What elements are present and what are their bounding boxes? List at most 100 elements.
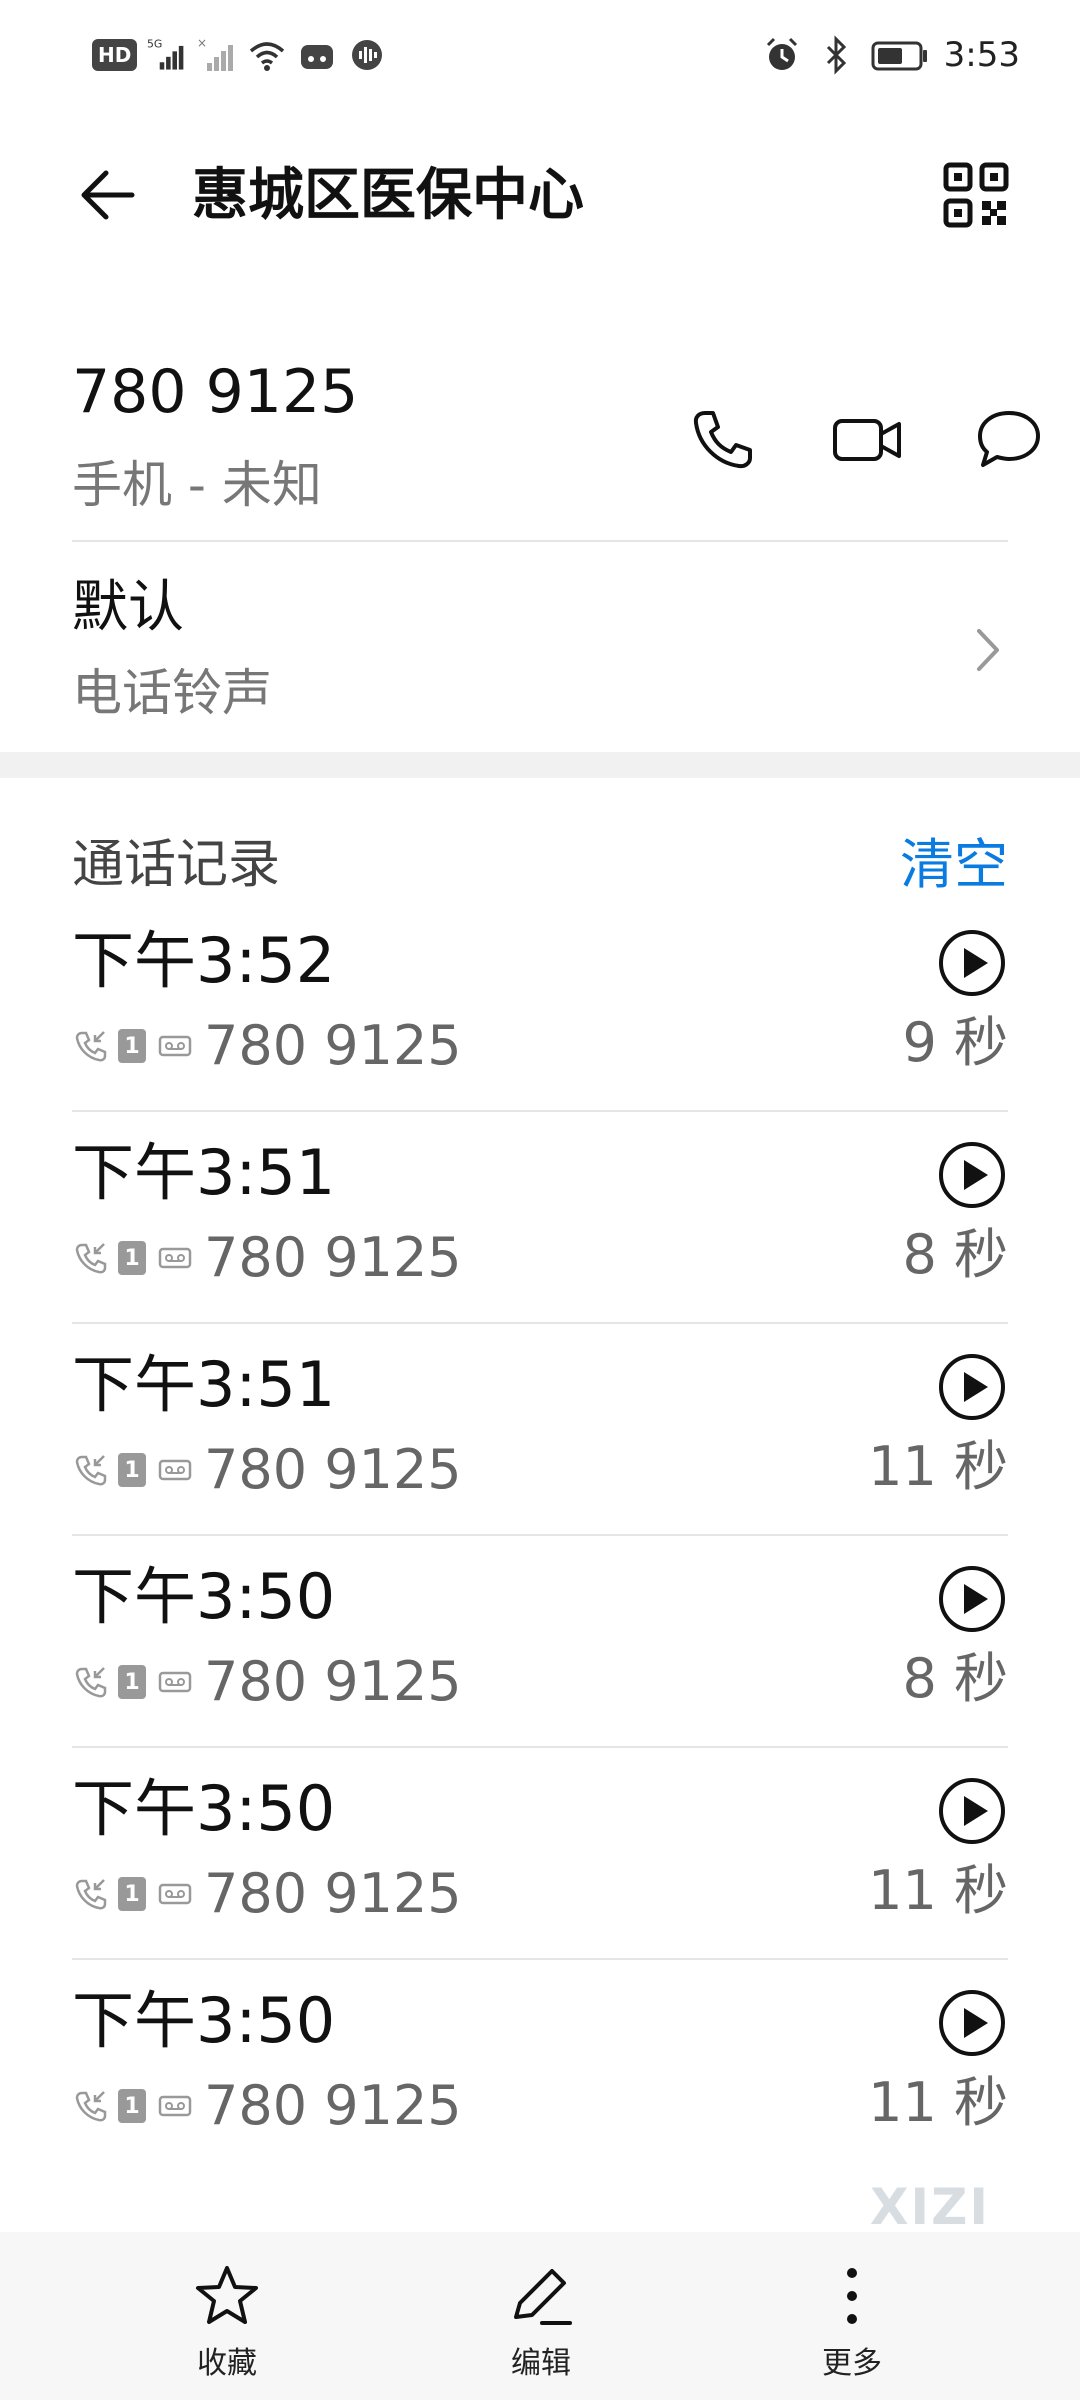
hd-badge: HD bbox=[92, 39, 138, 71]
voicemail-icon bbox=[156, 1451, 194, 1489]
call-details: 1 780 9125 bbox=[72, 2073, 462, 2139]
call-time: 下午3:51 bbox=[72, 1136, 336, 1209]
app-header: 惠城区医保中心 bbox=[0, 130, 1080, 260]
call-number: 780 9125 bbox=[204, 1226, 462, 1289]
back-button[interactable] bbox=[68, 155, 148, 235]
bottom-action-bar: 收藏 编辑 更多 bbox=[0, 2232, 1080, 2400]
incoming-call-icon bbox=[72, 2087, 110, 2125]
phone-number-row[interactable]: 780 9125 手机 - 未知 bbox=[72, 350, 1040, 540]
play-circle-icon bbox=[939, 930, 1005, 996]
divider bbox=[72, 1746, 1008, 1748]
call-time: 下午3:50 bbox=[72, 1772, 336, 1845]
wifi-icon bbox=[247, 35, 287, 75]
ringtone-value: 默认 bbox=[72, 575, 184, 640]
arrow-left-icon bbox=[81, 170, 135, 220]
signal-5g-icon: 5G bbox=[147, 35, 187, 75]
ringtone-label: 电话铃声 bbox=[72, 664, 272, 722]
sim-card-icon: 1 bbox=[118, 1241, 146, 1275]
divider bbox=[72, 1322, 1008, 1324]
more-vertical-icon bbox=[817, 2262, 887, 2330]
play-circle-icon bbox=[939, 1778, 1005, 1844]
call-log-title: 通话记录 bbox=[72, 835, 281, 895]
pencil-icon bbox=[506, 2262, 576, 2330]
call-time: 下午3:51 bbox=[72, 1348, 336, 1421]
incoming-call-icon bbox=[72, 1027, 110, 1065]
play-recording-button[interactable] bbox=[936, 1775, 1008, 1847]
incoming-call-icon bbox=[72, 1239, 110, 1277]
divider bbox=[72, 1110, 1008, 1112]
call-details: 1 780 9125 bbox=[72, 1437, 462, 1503]
call-log-row[interactable]: 下午3:51 1 780 9125 8 秒 bbox=[72, 1117, 1008, 1329]
clear-call-log-button[interactable]: 清空 bbox=[900, 825, 1008, 905]
video-call-button[interactable] bbox=[822, 395, 912, 485]
star-icon bbox=[192, 2262, 262, 2330]
sim-card-icon: 1 bbox=[118, 1665, 146, 1699]
message-button[interactable] bbox=[964, 395, 1054, 485]
divider bbox=[72, 1958, 1008, 1960]
play-recording-button[interactable] bbox=[936, 927, 1008, 999]
call-duration: 11 秒 bbox=[868, 1435, 1008, 1498]
call-number: 780 9125 bbox=[204, 1438, 462, 1501]
bluetooth-icon bbox=[816, 35, 856, 75]
favorite-button[interactable]: 收藏 bbox=[137, 2262, 317, 2382]
call-log-row[interactable]: 下午3:50 1 780 9125 11 秒 bbox=[72, 1965, 1008, 2177]
divider bbox=[72, 540, 1008, 542]
voicemail-icon bbox=[156, 1663, 194, 1701]
sim-card-icon: 1 bbox=[118, 2089, 146, 2123]
sim-card-icon: 1 bbox=[118, 1029, 146, 1063]
call-log-row[interactable]: 下午3:50 1 780 9125 11 秒 bbox=[72, 1753, 1008, 1965]
phone-number: 780 9125 bbox=[72, 357, 359, 427]
play-recording-button[interactable] bbox=[936, 1987, 1008, 2059]
watermark: XIZI bbox=[870, 2178, 991, 2236]
call-details: 1 780 9125 bbox=[72, 1225, 462, 1291]
sim-card-icon: 1 bbox=[118, 1877, 146, 1911]
call-details: 1 780 9125 bbox=[72, 1861, 462, 1927]
more-label: 更多 bbox=[822, 2346, 882, 2381]
status-bar-right: 3:53 bbox=[762, 30, 1020, 80]
call-duration: 11 秒 bbox=[868, 2071, 1008, 2134]
voicemail-icon bbox=[156, 1239, 194, 1277]
contact-detail-screen: HD 5G × 3:53 惠城区医保中心 780 9125 手机 - 未知 默认… bbox=[0, 0, 1080, 2400]
play-circle-icon bbox=[939, 1566, 1005, 1632]
call-details: 1 780 9125 bbox=[72, 1649, 462, 1715]
signal-no-service-icon: × bbox=[197, 35, 237, 75]
play-recording-button[interactable] bbox=[936, 1139, 1008, 1211]
page-title: 惠城区医保中心 bbox=[192, 163, 584, 228]
play-circle-icon bbox=[939, 1990, 1005, 2056]
more-button[interactable]: 更多 bbox=[762, 2262, 942, 2382]
call-time: 下午3:50 bbox=[72, 1560, 336, 1633]
favorite-label: 收藏 bbox=[197, 2346, 257, 2381]
alarm-icon bbox=[762, 35, 802, 75]
call-number: 780 9125 bbox=[204, 1650, 462, 1713]
qr-code-button[interactable] bbox=[936, 155, 1016, 235]
play-circle-icon bbox=[939, 1142, 1005, 1208]
status-time: 3:53 bbox=[943, 35, 1020, 75]
voice-assistant-icon bbox=[347, 35, 387, 75]
play-recording-button[interactable] bbox=[936, 1563, 1008, 1635]
ringtone-row[interactable]: 默认 电话铃声 bbox=[72, 570, 1008, 740]
call-number: 780 9125 bbox=[204, 2074, 462, 2137]
call-time: 下午3:50 bbox=[72, 1984, 336, 2057]
edit-label: 编辑 bbox=[511, 2346, 571, 2381]
call-log-row[interactable]: 下午3:52 1 780 9125 9 秒 bbox=[72, 905, 1008, 1117]
call-log-row[interactable]: 下午3:51 1 780 9125 11 秒 bbox=[72, 1329, 1008, 1541]
call-number: 780 9125 bbox=[204, 1862, 462, 1925]
incoming-call-icon bbox=[72, 1451, 110, 1489]
network-label: 5G bbox=[147, 38, 162, 51]
call-details: 1 780 9125 bbox=[72, 1013, 462, 1079]
sim-card-icon: 1 bbox=[118, 1453, 146, 1487]
call-duration: 11 秒 bbox=[868, 1859, 1008, 1922]
divider bbox=[72, 1534, 1008, 1536]
call-log-row[interactable]: 下午3:50 1 780 9125 8 秒 bbox=[72, 1541, 1008, 1753]
voicemail-icon bbox=[156, 1027, 194, 1065]
call-log-header: 通话记录 清空 bbox=[72, 825, 1008, 905]
edit-button[interactable]: 编辑 bbox=[451, 2262, 631, 2382]
call-number: 780 9125 bbox=[204, 1014, 462, 1077]
status-bar-left: HD 5G × bbox=[92, 30, 387, 80]
voicemail-icon bbox=[156, 2087, 194, 2125]
call-button[interactable] bbox=[677, 395, 767, 485]
call-duration: 9 秒 bbox=[902, 1011, 1008, 1074]
play-recording-button[interactable] bbox=[936, 1351, 1008, 1423]
incoming-call-icon bbox=[72, 1663, 110, 1701]
battery-icon bbox=[870, 35, 930, 75]
